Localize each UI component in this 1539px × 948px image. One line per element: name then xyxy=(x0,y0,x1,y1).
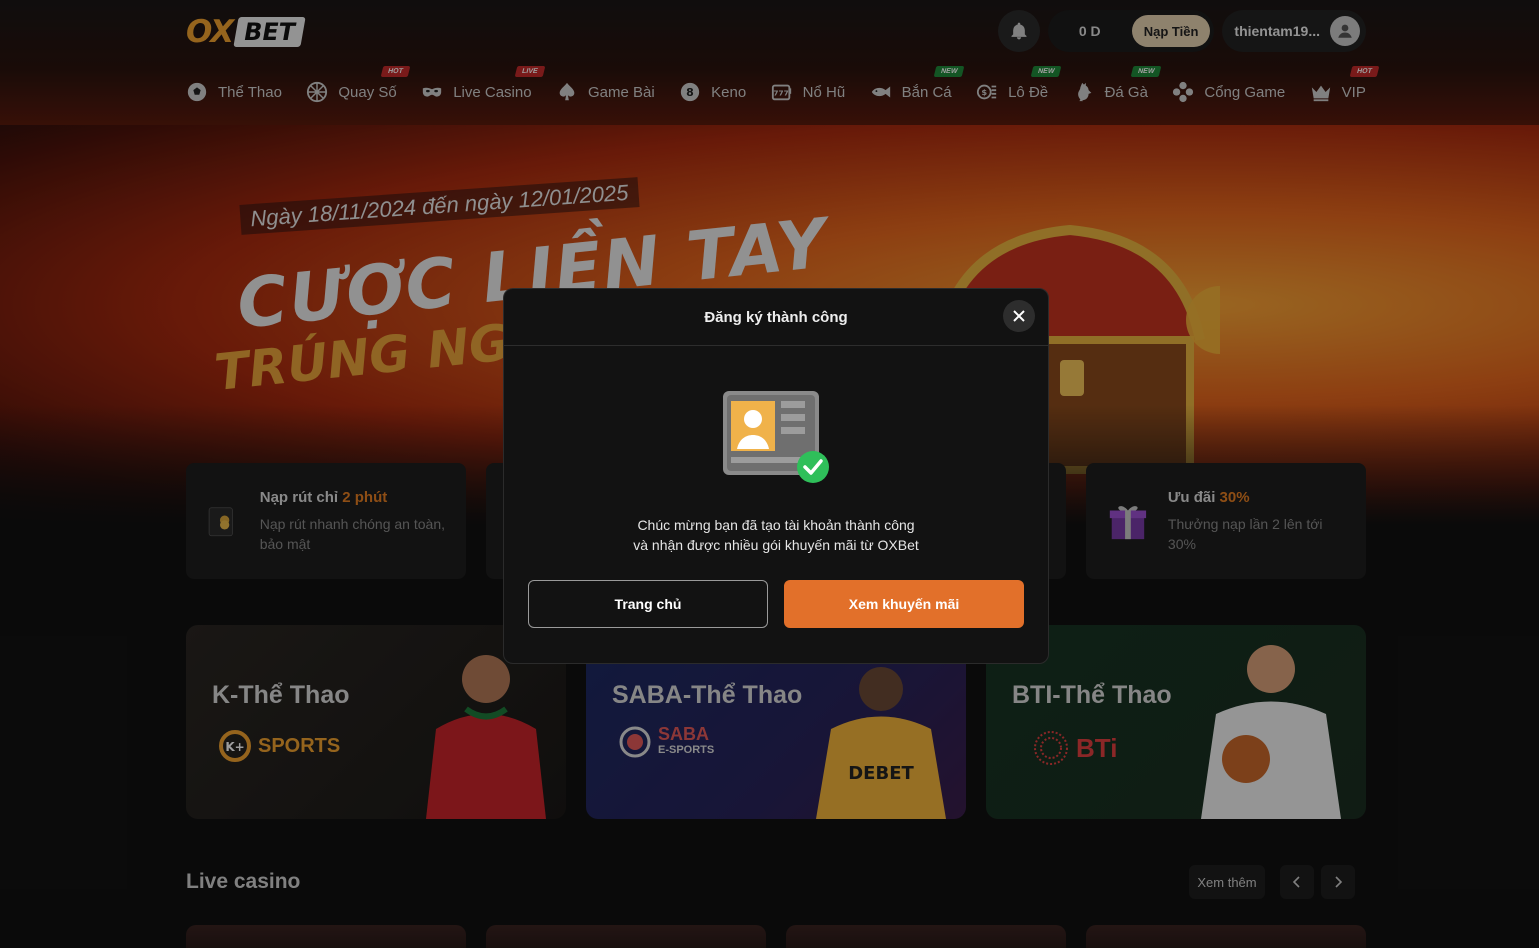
modal-actions: Trang chủ Xem khuyến mãi xyxy=(528,580,1024,628)
account-verified-icon xyxy=(723,391,829,483)
modal-message-line2: và nhận được nhiều gói khuyến mãi từ OXB… xyxy=(633,537,919,553)
view-promotions-button[interactable]: Xem khuyến mãi xyxy=(784,580,1024,628)
modal-header: Đăng ký thành công xyxy=(504,289,1048,346)
modal-message-line1: Chúc mừng bạn đã tạo tài khoản thành côn… xyxy=(637,517,915,533)
home-button[interactable]: Trang chủ xyxy=(528,580,768,628)
modal-title: Đăng ký thành công xyxy=(704,308,848,326)
modal-message: Chúc mừng bạn đã tạo tài khoản thành côn… xyxy=(504,515,1048,555)
close-icon xyxy=(1013,310,1025,322)
registration-success-modal: Đăng ký thành công Chúc mừng bạn đã tạo … xyxy=(503,288,1049,664)
close-button[interactable] xyxy=(1003,300,1035,332)
